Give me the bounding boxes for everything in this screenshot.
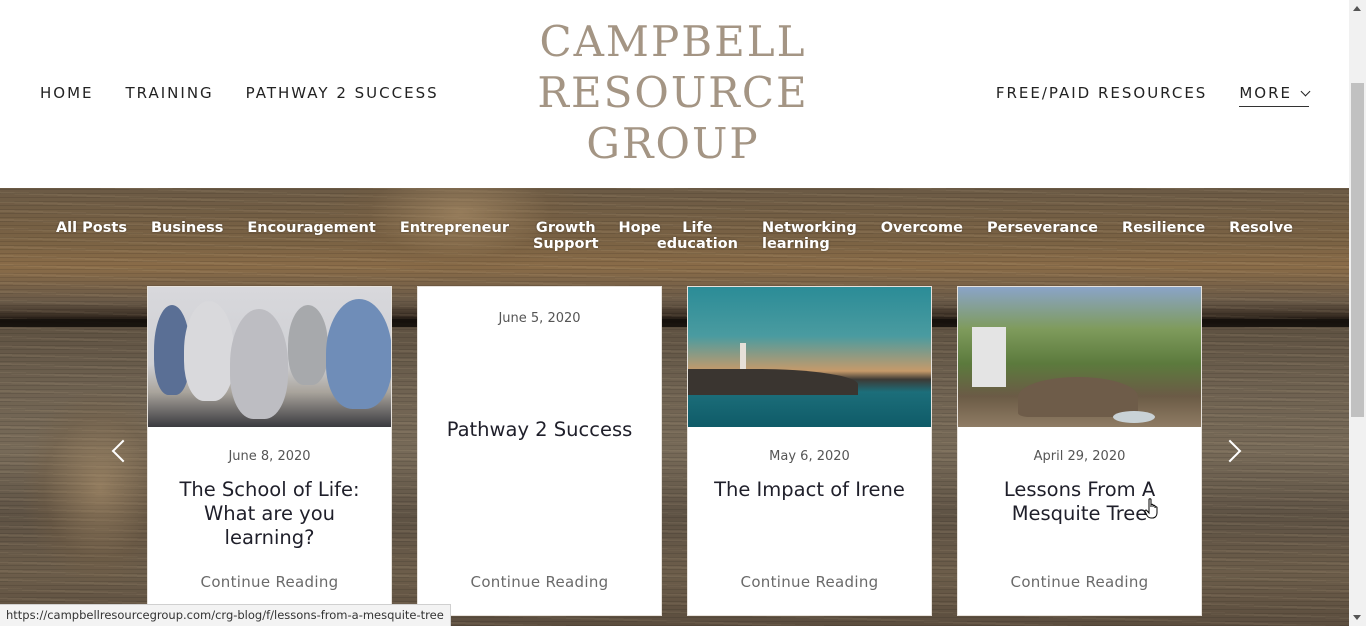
rock-shape xyxy=(1018,377,1138,417)
photo-figure xyxy=(184,301,234,401)
nav-more-label: MORE xyxy=(1239,84,1292,102)
logo-line: CAMPBELL xyxy=(539,17,807,66)
post-date: June 5, 2020 xyxy=(498,311,581,326)
hand-pointer-cursor-icon xyxy=(1144,498,1158,519)
continue-reading-link[interactable]: Continue Reading xyxy=(958,573,1201,591)
post-title[interactable]: The School of Life: What are you learnin… xyxy=(168,478,371,550)
category-overcome[interactable]: Overcome xyxy=(881,220,963,236)
category-hope[interactable]: Hope xyxy=(619,220,661,236)
post-card[interactable]: April 29, 2020 Lessons From A Mesquite T… xyxy=(957,286,1202,616)
browser-status-url: https://campbellresourcegroup.com/crg-bl… xyxy=(0,604,451,626)
category-business[interactable]: Business xyxy=(151,220,223,236)
post-title[interactable]: Pathway 2 Success xyxy=(438,418,641,442)
nav-home[interactable]: HOME xyxy=(40,84,94,102)
chevron-down-icon xyxy=(1300,86,1311,96)
site-header: HOME TRAINING PATHWAY 2 SUCCESS CAMPBELL… xyxy=(0,0,1349,188)
post-card[interactable]: May 6, 2020 The Impact of Irene Continue… xyxy=(687,286,932,616)
category-encouragement[interactable]: Encouragement xyxy=(247,220,375,236)
post-card[interactable]: June 8, 2020 The School of Life: What ar… xyxy=(147,286,392,616)
continue-reading-link[interactable]: Continue Reading xyxy=(688,573,931,591)
blog-section: All Posts Business Encouragement Entrepr… xyxy=(0,188,1349,626)
nav-pathway-2-success[interactable]: PATHWAY 2 SUCCESS xyxy=(246,84,439,102)
rock-shape xyxy=(688,369,858,395)
nav-right: FREE/PAID RESOURCES MORE xyxy=(964,84,1311,107)
category-entrepreneur[interactable]: Entrepreneur xyxy=(400,220,509,236)
post-date: June 8, 2020 xyxy=(228,449,311,464)
nav-left: HOME TRAINING PATHWAY 2 SUCCESS xyxy=(40,84,471,102)
chevron-right-icon[interactable] xyxy=(1218,439,1242,463)
category-resolve[interactable]: Resolve xyxy=(1229,220,1293,236)
post-date: April 29, 2020 xyxy=(1033,449,1126,464)
logo-line: GROUP xyxy=(586,119,760,168)
post-thumbnail-mesquite-tree xyxy=(958,287,1201,427)
scroll-down-arrow-icon[interactable] xyxy=(1353,615,1361,620)
post-title[interactable]: The Impact of Irene xyxy=(708,478,911,502)
lighthouse-shape xyxy=(740,343,746,371)
nav-training[interactable]: TRAINING xyxy=(126,84,214,102)
post-thumbnail-students xyxy=(148,287,391,427)
building-shape xyxy=(972,327,1006,387)
nav-free-paid-resources[interactable]: FREE/PAID RESOURCES xyxy=(996,84,1208,107)
photo-figure xyxy=(288,305,328,385)
logo-line: RESOURCE xyxy=(537,68,809,117)
category-networking-learning[interactable]: Networking learning xyxy=(762,220,857,252)
scroll-up-arrow-icon[interactable] xyxy=(1353,6,1361,11)
post-date: May 6, 2020 xyxy=(769,449,850,464)
category-all-posts[interactable]: All Posts xyxy=(56,220,127,236)
continue-reading-link[interactable]: Continue Reading xyxy=(418,573,661,591)
photo-figure xyxy=(230,309,288,419)
nav-more-dropdown[interactable]: MORE xyxy=(1239,84,1311,107)
post-thumbnail-lighthouse xyxy=(688,287,931,427)
page-scrollbar[interactable] xyxy=(1349,0,1366,626)
category-resilience[interactable]: Resilience xyxy=(1122,220,1205,236)
post-card[interactable]: June 5, 2020 Pathway 2 Success Continue … xyxy=(417,286,662,616)
category-perseverance[interactable]: Perseverance xyxy=(987,220,1098,236)
scrollbar-thumb[interactable] xyxy=(1351,83,1364,417)
table-shape xyxy=(1113,411,1155,423)
category-filter-bar: All Posts Business Encouragement Entrepr… xyxy=(0,220,1349,252)
site-logo[interactable]: CAMPBELL RESOURCE GROUP xyxy=(500,16,846,169)
continue-reading-link[interactable]: Continue Reading xyxy=(148,573,391,591)
category-life-education[interactable]: Life education xyxy=(657,220,738,252)
category-growth-support[interactable]: Growth Support xyxy=(533,220,599,252)
photo-figure xyxy=(326,299,391,409)
